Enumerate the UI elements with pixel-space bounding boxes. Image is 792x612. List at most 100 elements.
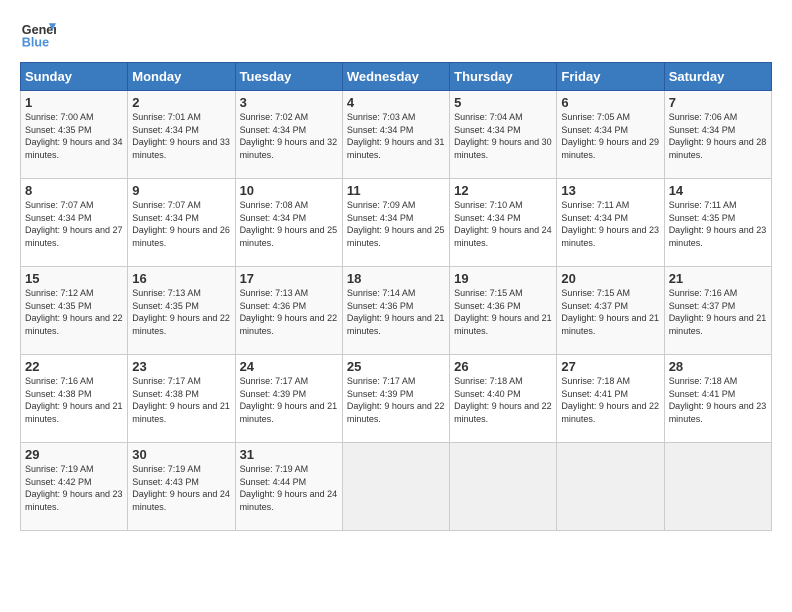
calendar-cell: 13Sunrise: 7:11 AMSunset: 4:34 PMDayligh… (557, 179, 664, 267)
day-number: 2 (132, 95, 230, 110)
day-info: Sunrise: 7:05 AMSunset: 4:34 PMDaylight:… (561, 111, 659, 161)
day-info: Sunrise: 7:09 AMSunset: 4:34 PMDaylight:… (347, 199, 445, 249)
day-info: Sunrise: 7:13 AMSunset: 4:36 PMDaylight:… (240, 287, 338, 337)
logo-icon: General Blue (20, 16, 56, 52)
day-info: Sunrise: 7:11 AMSunset: 4:34 PMDaylight:… (561, 199, 659, 249)
calendar-table: SundayMondayTuesdayWednesdayThursdayFrid… (20, 62, 772, 531)
calendar-cell (557, 443, 664, 531)
day-info: Sunrise: 7:15 AMSunset: 4:37 PMDaylight:… (561, 287, 659, 337)
day-info: Sunrise: 7:18 AMSunset: 4:41 PMDaylight:… (669, 375, 767, 425)
calendar-cell: 26Sunrise: 7:18 AMSunset: 4:40 PMDayligh… (450, 355, 557, 443)
week-row-5: 29Sunrise: 7:19 AMSunset: 4:42 PMDayligh… (21, 443, 772, 531)
calendar-cell: 31Sunrise: 7:19 AMSunset: 4:44 PMDayligh… (235, 443, 342, 531)
day-number: 12 (454, 183, 552, 198)
day-number: 5 (454, 95, 552, 110)
calendar-cell: 22Sunrise: 7:16 AMSunset: 4:38 PMDayligh… (21, 355, 128, 443)
calendar-cell: 14Sunrise: 7:11 AMSunset: 4:35 PMDayligh… (664, 179, 771, 267)
calendar-cell: 5Sunrise: 7:04 AMSunset: 4:34 PMDaylight… (450, 91, 557, 179)
calendar-cell: 17Sunrise: 7:13 AMSunset: 4:36 PMDayligh… (235, 267, 342, 355)
day-info: Sunrise: 7:08 AMSunset: 4:34 PMDaylight:… (240, 199, 338, 249)
week-row-1: 1Sunrise: 7:00 AMSunset: 4:35 PMDaylight… (21, 91, 772, 179)
day-number: 14 (669, 183, 767, 198)
calendar-cell: 3Sunrise: 7:02 AMSunset: 4:34 PMDaylight… (235, 91, 342, 179)
calendar-cell: 24Sunrise: 7:17 AMSunset: 4:39 PMDayligh… (235, 355, 342, 443)
calendar-cell: 6Sunrise: 7:05 AMSunset: 4:34 PMDaylight… (557, 91, 664, 179)
calendar-cell: 25Sunrise: 7:17 AMSunset: 4:39 PMDayligh… (342, 355, 449, 443)
calendar-cell (664, 443, 771, 531)
calendar-cell: 21Sunrise: 7:16 AMSunset: 4:37 PMDayligh… (664, 267, 771, 355)
day-number: 11 (347, 183, 445, 198)
day-info: Sunrise: 7:11 AMSunset: 4:35 PMDaylight:… (669, 199, 767, 249)
svg-text:Blue: Blue (22, 36, 49, 50)
calendar-cell: 20Sunrise: 7:15 AMSunset: 4:37 PMDayligh… (557, 267, 664, 355)
header-cell-wednesday: Wednesday (342, 63, 449, 91)
calendar-cell: 12Sunrise: 7:10 AMSunset: 4:34 PMDayligh… (450, 179, 557, 267)
calendar-cell: 10Sunrise: 7:08 AMSunset: 4:34 PMDayligh… (235, 179, 342, 267)
calendar-cell: 27Sunrise: 7:18 AMSunset: 4:41 PMDayligh… (557, 355, 664, 443)
calendar-cell: 19Sunrise: 7:15 AMSunset: 4:36 PMDayligh… (450, 267, 557, 355)
day-info: Sunrise: 7:01 AMSunset: 4:34 PMDaylight:… (132, 111, 230, 161)
calendar-cell: 8Sunrise: 7:07 AMSunset: 4:34 PMDaylight… (21, 179, 128, 267)
day-number: 24 (240, 359, 338, 374)
day-number: 8 (25, 183, 123, 198)
calendar-cell: 30Sunrise: 7:19 AMSunset: 4:43 PMDayligh… (128, 443, 235, 531)
header-cell-saturday: Saturday (664, 63, 771, 91)
header-cell-sunday: Sunday (21, 63, 128, 91)
calendar-cell (450, 443, 557, 531)
calendar-cell: 4Sunrise: 7:03 AMSunset: 4:34 PMDaylight… (342, 91, 449, 179)
calendar-cell: 11Sunrise: 7:09 AMSunset: 4:34 PMDayligh… (342, 179, 449, 267)
day-info: Sunrise: 7:10 AMSunset: 4:34 PMDaylight:… (454, 199, 552, 249)
calendar-cell: 23Sunrise: 7:17 AMSunset: 4:38 PMDayligh… (128, 355, 235, 443)
day-info: Sunrise: 7:17 AMSunset: 4:39 PMDaylight:… (347, 375, 445, 425)
day-info: Sunrise: 7:14 AMSunset: 4:36 PMDaylight:… (347, 287, 445, 337)
week-row-4: 22Sunrise: 7:16 AMSunset: 4:38 PMDayligh… (21, 355, 772, 443)
day-number: 7 (669, 95, 767, 110)
day-info: Sunrise: 7:04 AMSunset: 4:34 PMDaylight:… (454, 111, 552, 161)
day-number: 13 (561, 183, 659, 198)
calendar-cell: 2Sunrise: 7:01 AMSunset: 4:34 PMDaylight… (128, 91, 235, 179)
calendar-cell: 18Sunrise: 7:14 AMSunset: 4:36 PMDayligh… (342, 267, 449, 355)
logo: General Blue (20, 16, 56, 52)
day-number: 23 (132, 359, 230, 374)
day-info: Sunrise: 7:19 AMSunset: 4:42 PMDaylight:… (25, 463, 123, 513)
day-info: Sunrise: 7:15 AMSunset: 4:36 PMDaylight:… (454, 287, 552, 337)
day-info: Sunrise: 7:13 AMSunset: 4:35 PMDaylight:… (132, 287, 230, 337)
day-number: 22 (25, 359, 123, 374)
day-number: 6 (561, 95, 659, 110)
calendar-cell: 28Sunrise: 7:18 AMSunset: 4:41 PMDayligh… (664, 355, 771, 443)
day-info: Sunrise: 7:02 AMSunset: 4:34 PMDaylight:… (240, 111, 338, 161)
day-info: Sunrise: 7:12 AMSunset: 4:35 PMDaylight:… (25, 287, 123, 337)
day-number: 17 (240, 271, 338, 286)
calendar-cell: 7Sunrise: 7:06 AMSunset: 4:34 PMDaylight… (664, 91, 771, 179)
page-header: General Blue (20, 16, 772, 52)
header-cell-tuesday: Tuesday (235, 63, 342, 91)
day-number: 18 (347, 271, 445, 286)
day-number: 25 (347, 359, 445, 374)
day-number: 1 (25, 95, 123, 110)
week-row-3: 15Sunrise: 7:12 AMSunset: 4:35 PMDayligh… (21, 267, 772, 355)
day-number: 19 (454, 271, 552, 286)
day-number: 30 (132, 447, 230, 462)
day-number: 9 (132, 183, 230, 198)
day-number: 21 (669, 271, 767, 286)
day-number: 29 (25, 447, 123, 462)
day-number: 28 (669, 359, 767, 374)
day-info: Sunrise: 7:16 AMSunset: 4:38 PMDaylight:… (25, 375, 123, 425)
calendar-cell (342, 443, 449, 531)
header-row: SundayMondayTuesdayWednesdayThursdayFrid… (21, 63, 772, 91)
day-number: 15 (25, 271, 123, 286)
header-cell-friday: Friday (557, 63, 664, 91)
day-number: 26 (454, 359, 552, 374)
day-info: Sunrise: 7:06 AMSunset: 4:34 PMDaylight:… (669, 111, 767, 161)
day-number: 10 (240, 183, 338, 198)
day-info: Sunrise: 7:03 AMSunset: 4:34 PMDaylight:… (347, 111, 445, 161)
day-info: Sunrise: 7:19 AMSunset: 4:44 PMDaylight:… (240, 463, 338, 513)
header-cell-monday: Monday (128, 63, 235, 91)
header-cell-thursday: Thursday (450, 63, 557, 91)
week-row-2: 8 Sunrise: 7:07 AMSunset: 4:34 PMDaylight… (21, 179, 772, 267)
day-number: 3 (240, 95, 338, 110)
day-info: Sunrise: 7:00 AMSunset: 4:35 PMDaylight:… (25, 111, 123, 161)
day-number: 16 (132, 271, 230, 286)
day-info: Sunrise: 7:18 AMSunset: 4:40 PMDaylight:… (454, 375, 552, 425)
day-info: Sunrise: 7:07 AMSunset: 4:34 PMDaylight:… (132, 199, 230, 249)
